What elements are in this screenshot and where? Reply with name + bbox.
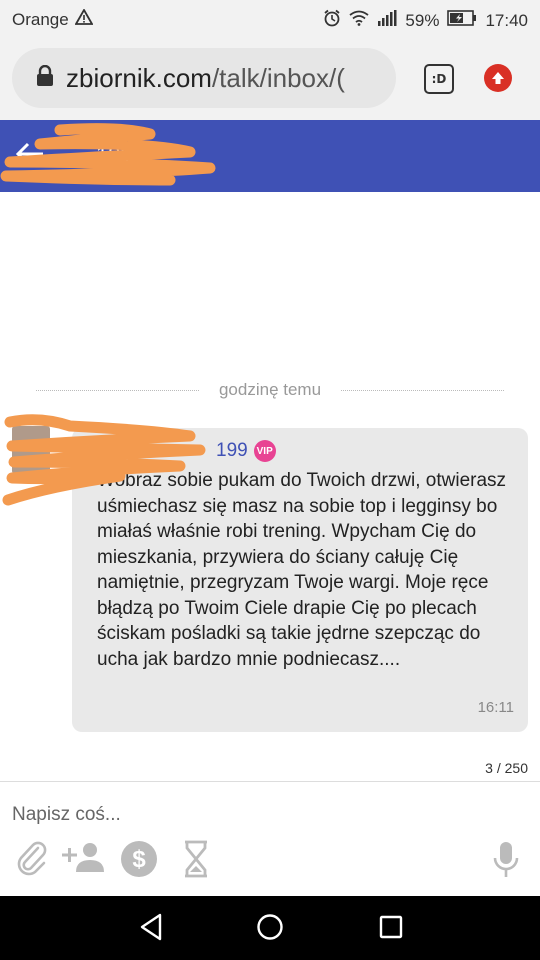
redaction-scribble bbox=[0, 123, 216, 186]
chat-header: 199 bbox=[0, 120, 540, 192]
paperclip-icon[interactable] bbox=[16, 840, 48, 881]
wifi-icon bbox=[349, 10, 369, 31]
message-input[interactable] bbox=[12, 800, 472, 830]
vip-badge: VIP bbox=[253, 440, 276, 462]
clock: 17:40 bbox=[485, 10, 528, 30]
url-text: zbiornik.com/talk/inbox/( bbox=[66, 63, 345, 94]
signal-icon bbox=[377, 10, 397, 31]
microphone-icon[interactable] bbox=[492, 840, 520, 885]
nav-back-icon[interactable] bbox=[138, 912, 164, 947]
browser-toolbar: zbiornik.com/talk/inbox/( :D bbox=[0, 38, 540, 120]
battery-icon bbox=[447, 10, 477, 31]
url-host: zbiornik.com bbox=[66, 62, 212, 93]
char-counter: 3 / 250 bbox=[485, 760, 528, 776]
time-divider: godzinę temu bbox=[36, 380, 505, 400]
carrier-label: Orange bbox=[12, 9, 69, 29]
divider-line-left bbox=[36, 389, 199, 391]
address-bar[interactable]: zbiornik.com/talk/inbox/( bbox=[12, 48, 396, 108]
redaction-scribble-2 bbox=[2, 414, 206, 506]
hourglass-icon[interactable] bbox=[182, 840, 210, 883]
upload-icon[interactable] bbox=[484, 64, 512, 92]
compose-separator bbox=[0, 781, 540, 782]
warning-icon bbox=[74, 8, 94, 30]
url-path: /talk/inbox/( bbox=[211, 62, 345, 93]
alarm-icon bbox=[323, 9, 341, 32]
message-time: 16:11 bbox=[477, 699, 514, 716]
add-person-icon[interactable] bbox=[60, 840, 106, 881]
status-bar: Orange 59% 17:40 bbox=[0, 0, 540, 38]
time-divider-label: godzinę temu bbox=[218, 380, 322, 399]
dollar-icon[interactable]: $ bbox=[120, 840, 158, 883]
divider-line-right bbox=[341, 389, 505, 391]
lock-icon bbox=[36, 64, 54, 92]
svg-text:$: $ bbox=[132, 846, 146, 873]
battery-percent: 59% bbox=[405, 10, 440, 30]
nav-recents-icon[interactable] bbox=[378, 912, 404, 947]
tab-switcher-button[interactable]: :D bbox=[424, 64, 454, 94]
nav-home-icon[interactable] bbox=[256, 912, 284, 947]
system-nav-bar bbox=[0, 896, 540, 960]
